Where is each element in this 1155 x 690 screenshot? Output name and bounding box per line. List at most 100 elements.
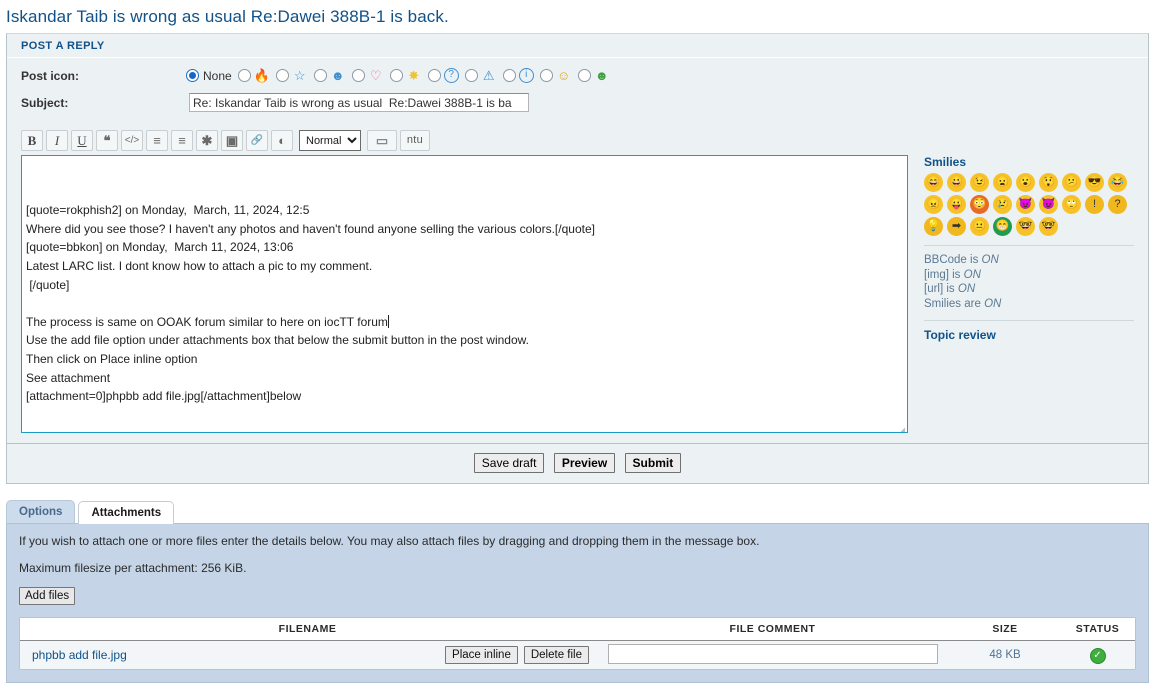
submit-button[interactable]: Submit xyxy=(624,453,682,473)
post-reply-page: Iskandar Taib is wrong as usual Re:Dawei… xyxy=(0,0,1155,690)
smiley-laughing-icon[interactable]: 😂 xyxy=(1108,173,1127,192)
post-icon-option-heart-icon[interactable]: ♡ xyxy=(351,67,384,84)
bbcode-status-list: BBCode is ON [img] is ON [url] is ON Smilie… xyxy=(924,253,1134,311)
message-line: Then click on Place inline option xyxy=(26,351,198,366)
bbcode-status-line: BBCode is ON xyxy=(924,254,999,266)
post-icon-option-skull-icon[interactable]: ☻ xyxy=(313,67,346,84)
post-icon-option-fire-icon[interactable]: 🔥 xyxy=(237,67,270,84)
post-icon-radio-warning-icon[interactable] xyxy=(464,69,478,82)
attachments-info-1: If you wish to attach one or more files … xyxy=(19,534,760,548)
subject-input[interactable] xyxy=(189,93,529,112)
place-inline-button[interactable]: Place inline xyxy=(445,646,518,664)
post-icon-option-warning-icon[interactable]: ⚠ xyxy=(464,68,497,84)
smiley-shocked-icon[interactable]: 😲 xyxy=(1039,173,1058,192)
post-icon-option-sun-icon[interactable]: ✸ xyxy=(389,68,422,84)
smiley-mad-icon[interactable]: 😠 xyxy=(924,195,943,214)
smiley-very-happy-icon[interactable]: 😄 xyxy=(924,173,943,192)
column-header-filename: FILENAME xyxy=(278,623,337,635)
column-header-file-comment: FILE COMMENT xyxy=(729,623,816,635)
list-item-button[interactable]: ✱ xyxy=(196,130,218,151)
underline-button[interactable]: U xyxy=(71,130,93,151)
post-icon-radio-fire-icon[interactable] xyxy=(237,69,251,82)
post-icon-radio-question-icon[interactable] xyxy=(427,69,441,82)
editor-toolbar: BIU❝</>≡≡✱▣🔗◐TinySmallNormalLargeHuge▭nt… xyxy=(21,128,1134,155)
smiley-evil-icon[interactable]: 😈 xyxy=(1016,195,1035,214)
save-draft-button[interactable]: Save draft xyxy=(473,453,545,473)
smiley-mrgreen-icon[interactable]: 😁 xyxy=(993,217,1012,236)
post-icon-option-info-icon[interactable]: i xyxy=(502,68,534,83)
tab-attachments[interactable]: Attachments xyxy=(78,501,175,524)
status-ok-icon: ✓ xyxy=(1089,647,1106,664)
smiley-cool-icon[interactable]: 😎 xyxy=(1085,173,1104,192)
message-line: Latest LARC list. I dont know how to att… xyxy=(26,258,373,273)
editor-and-smilies: [quote=rokphish2] on Monday, March, 11, … xyxy=(21,155,1134,433)
attachments-panel: If you wish to attach one or more files … xyxy=(6,523,1149,683)
message-line: [/quote] xyxy=(26,277,70,292)
smiley-neutral-icon[interactable]: 😐 xyxy=(970,217,989,236)
subject-label: Subject: xyxy=(21,95,69,110)
post-icon-option-smiley-icon[interactable]: ☺ xyxy=(539,68,572,84)
font-color-button[interactable]: ◐ xyxy=(271,130,293,151)
post-icon-option-question-icon[interactable]: ? xyxy=(427,68,459,83)
smiley-twisted-icon[interactable]: 😈 xyxy=(1039,195,1058,214)
topic-review-link[interactable]: Topic review xyxy=(924,328,1134,342)
column-header-size: SIZE xyxy=(992,623,1018,635)
post-icon-option-star-icon[interactable]: ☆ xyxy=(275,68,308,84)
skull-icon: ☻ xyxy=(330,67,345,83)
post-icon-radio-green-face-icon[interactable] xyxy=(577,69,591,82)
unordered-list-button[interactable]: ≡ xyxy=(146,130,168,151)
add-files-button[interactable]: Add files xyxy=(19,587,76,605)
attachment-file-link[interactable]: phpbb add file.jpg xyxy=(32,648,127,662)
smiley-ugeek-icon[interactable]: 🤓 xyxy=(1039,217,1058,236)
link-button[interactable]: 🔗 xyxy=(246,130,268,151)
ntu-button[interactable]: ntu xyxy=(400,130,430,151)
smiley-wink-icon[interactable]: 😉 xyxy=(970,173,989,192)
post-icon-radio-smiley-icon[interactable] xyxy=(539,69,553,82)
post-icon-radio-skull-icon[interactable] xyxy=(313,69,327,82)
smiley-rolling-eyes-icon[interactable]: 🙄 xyxy=(1062,195,1081,214)
image-button[interactable]: ▣ xyxy=(221,130,243,151)
delete-file-button[interactable]: Delete file xyxy=(523,646,589,664)
smiley-question-icon[interactable]: ? xyxy=(1108,195,1127,214)
code-button[interactable]: </> xyxy=(121,130,143,151)
message-textarea[interactable]: [quote=rokphish2] on Monday, March, 11, … xyxy=(21,155,908,433)
ordered-list-button[interactable]: ≡ xyxy=(171,130,193,151)
smiley-idea-icon[interactable]: 💡 xyxy=(924,217,943,236)
post-icon-radio-star-icon[interactable] xyxy=(275,69,289,82)
italic-button[interactable]: I xyxy=(46,130,68,151)
smiley-crying-icon[interactable]: 😢 xyxy=(993,195,1012,214)
post-icon-option-None[interactable]: None xyxy=(186,69,232,83)
post-icon-radio-sun-icon[interactable] xyxy=(389,69,403,82)
smiley-geek-icon[interactable]: 🤓 xyxy=(1016,217,1035,236)
smiley-confused-icon[interactable]: 😕 xyxy=(1062,173,1081,192)
heart-icon: ♡ xyxy=(369,67,382,83)
message-line: The process is same on OOAK forum simila… xyxy=(26,314,389,329)
file-comment-input[interactable] xyxy=(607,643,938,664)
fullscreen-button[interactable]: ▭ xyxy=(367,130,397,151)
post-icon-radio-info-icon[interactable] xyxy=(502,69,516,82)
preview-button[interactable]: Preview xyxy=(553,453,616,473)
post-icon-radio-None[interactable] xyxy=(186,69,199,82)
smiley-smile-icon[interactable]: 😀 xyxy=(947,173,966,192)
smiley-razz-icon[interactable]: 😛 xyxy=(947,195,966,214)
smiley-exclamation-icon[interactable]: ! xyxy=(1085,195,1104,214)
bbcode-status-line: [url] is ON xyxy=(924,283,976,295)
post-icon-row: Post icon: None 🔥 ☆ ☻ ♡ ✸? ⚠ i ☺ ☻ xyxy=(21,62,1134,89)
resize-handle-icon[interactable] xyxy=(893,418,906,432)
column-header-status: STATUS xyxy=(1075,623,1120,635)
font-size-select[interactable]: TinySmallNormalLargeHuge xyxy=(299,130,361,151)
fire-icon: 🔥 xyxy=(253,67,270,83)
smiley-arrow-icon[interactable]: ➡ xyxy=(947,217,966,236)
file-comment-cell xyxy=(595,643,950,667)
file-size-cell: 48 KB xyxy=(989,649,1021,661)
tab-options[interactable]: Options xyxy=(6,500,76,523)
post-icon-label: Post icon: xyxy=(21,68,80,83)
post-icon-radio-heart-icon[interactable] xyxy=(351,69,365,82)
quote-button[interactable]: ❝ xyxy=(96,130,118,151)
post-icon-option-green-face-icon[interactable]: ☻ xyxy=(577,68,610,84)
smiley-sad-icon[interactable]: 😦 xyxy=(993,173,1012,192)
smiley-surprised-icon[interactable]: 😮 xyxy=(1016,173,1035,192)
table-row: phpbb add file.jpg Place inline Delete f… xyxy=(20,641,1135,669)
smiley-embarrassed-icon[interactable]: 😳 xyxy=(970,195,989,214)
bold-button[interactable]: B xyxy=(21,130,43,151)
